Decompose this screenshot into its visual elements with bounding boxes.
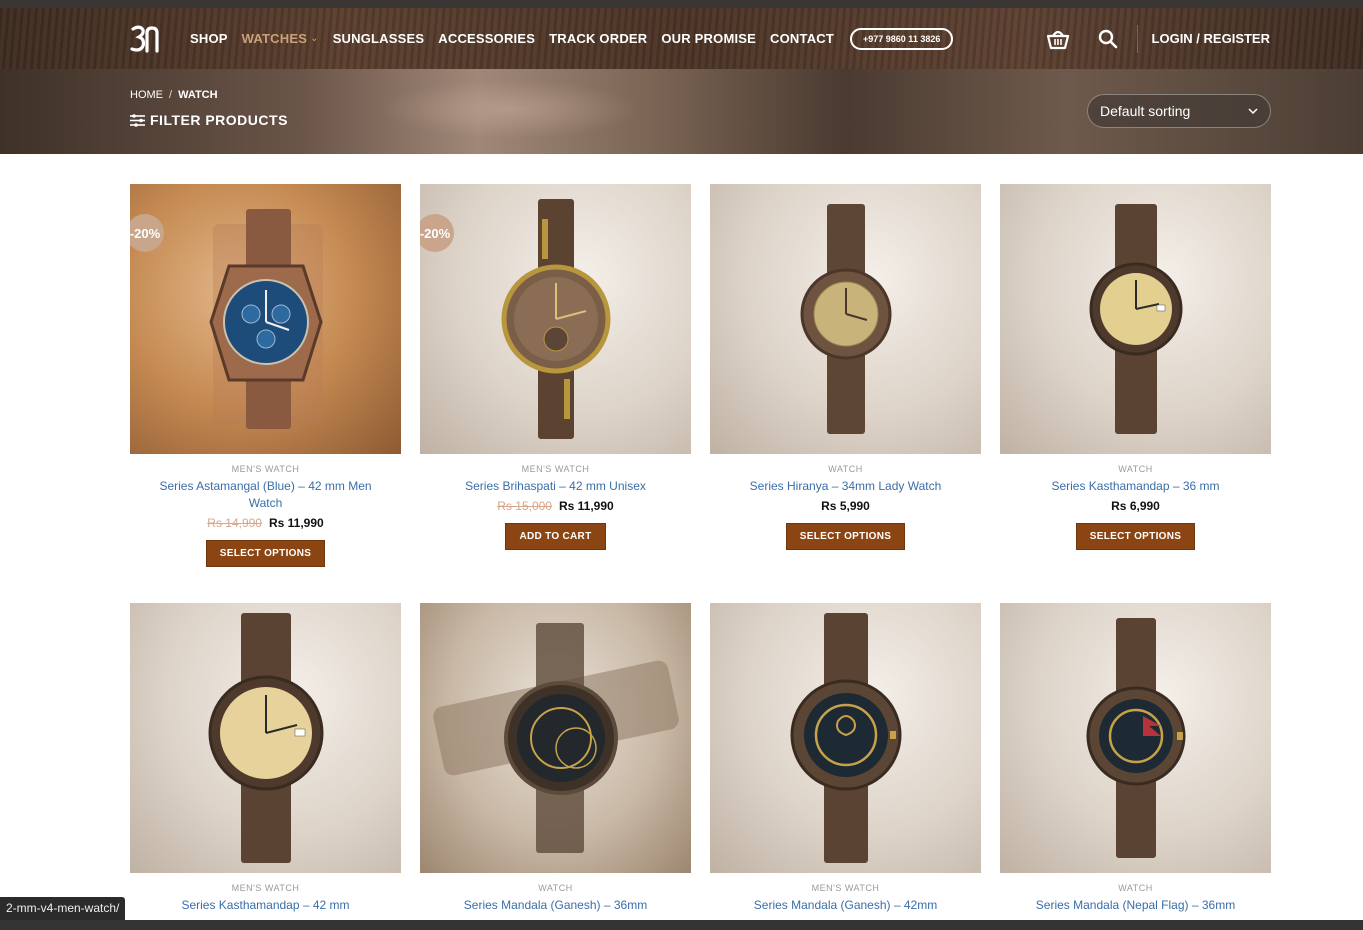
filter-products-button[interactable]: FILTER PRODUCTS <box>130 112 288 128</box>
product-image[interactable] <box>710 184 981 454</box>
browser-top-strip <box>0 0 1363 8</box>
sorting-value: Default sorting <box>1100 103 1191 119</box>
product-category: MEN'S WATCH <box>521 464 590 474</box>
product-title[interactable]: Series Mandala (Ganesh) – 36mm <box>420 897 691 914</box>
nav-contact[interactable]: CONTACT <box>770 31 834 46</box>
nav-track-order[interactable]: TRACK ORDER <box>549 31 647 46</box>
cart-icon[interactable] <box>1045 26 1071 52</box>
main-nav: SHOP WATCHES ⌄ SUNGLASSES ACCESSORIES TRA… <box>190 8 954 69</box>
add-to-cart-button[interactable]: ADD TO CART <box>505 523 606 550</box>
nav-accessories[interactable]: ACCESSORIES <box>438 31 535 46</box>
breadcrumb-current: WATCH <box>178 89 218 101</box>
nav-shop[interactable]: SHOP <box>190 31 228 46</box>
product-category: WATCH <box>538 883 573 893</box>
current-price: Rs 6,990 <box>1111 499 1160 513</box>
login-register-link[interactable]: LOGIN / REGISTER <box>1152 31 1270 46</box>
old-price: Rs 14,990 <box>207 516 262 530</box>
nav-sunglasses[interactable]: SUNGLASSES <box>333 31 425 46</box>
product-card: MEN'S WATCH Series Mandala (Ganesh) – 42… <box>710 603 981 914</box>
select-options-button[interactable]: SELECT OPTIONS <box>205 540 326 567</box>
select-options-button[interactable]: SELECT OPTIONS <box>1075 523 1196 550</box>
product-title[interactable]: Series Kasthamandap – 42 mm <box>130 897 401 914</box>
product-card: WATCH Series Hiranya – 34mm Lady Watch R… <box>710 184 981 550</box>
product-image[interactable] <box>1000 603 1271 873</box>
browser-bottom-strip <box>0 920 1363 930</box>
sale-badge: -20% <box>420 214 454 252</box>
old-price: Rs 15,000 <box>497 499 552 513</box>
product-category: MEN'S WATCH <box>231 883 300 893</box>
product-title[interactable]: Series Hiranya – 34mm Lady Watch <box>710 478 981 495</box>
current-price: Rs 5,990 <box>821 499 870 513</box>
chevron-down-icon: ⌄ <box>310 33 319 44</box>
nav-our-promise-label: OUR PROMISE <box>661 31 757 46</box>
product-category: MEN'S WATCH <box>231 464 300 474</box>
nav-contact-label: CONTACT <box>770 31 835 46</box>
site-header: SHOP WATCHES ⌄ SUNGLASSES ACCESSORIES TRA… <box>0 8 1363 69</box>
sorting-select[interactable]: Default sorting <box>1087 94 1271 128</box>
product-title[interactable]: Series Kasthamandap – 36 mm <box>1000 478 1271 495</box>
product-price: Rs 6,990 <box>1000 499 1271 513</box>
product-price: Rs 14,990 Rs 11,990 <box>130 516 401 530</box>
header-actions: LOGIN / REGISTER <box>1045 8 1270 69</box>
product-title[interactable]: Series Brihaspati – 42 mm Unisex <box>420 478 691 495</box>
header-divider <box>1136 24 1138 53</box>
select-options-button[interactable]: SELECT OPTIONS <box>785 523 906 550</box>
breadcrumb: HOME / WATCH <box>130 89 218 101</box>
search-icon[interactable] <box>1095 26 1121 52</box>
nav-shop-label: SHOP <box>190 31 228 46</box>
nav-watches-label: WATCHES <box>241 31 308 46</box>
phone-button[interactable]: +977 9860 11 3826 <box>850 27 954 50</box>
filter-products-label: FILTER PRODUCTS <box>150 112 288 128</box>
category-banner: HOME / WATCH FILTER PRODUCTS Default sor… <box>0 69 1363 154</box>
breadcrumb-separator: / <box>169 89 173 101</box>
product-title[interactable]: Series Mandala (Ganesh) – 42mm <box>710 897 981 914</box>
current-price: Rs 11,990 <box>268 516 324 530</box>
nav-accessories-label: ACCESSORIES <box>438 31 536 46</box>
product-price: Rs 15,000 Rs 11,990 <box>420 499 691 513</box>
product-card: -20% MEN'S WATCH Series Brihaspati – 42 … <box>420 184 691 550</box>
product-category: MEN'S WATCH <box>811 883 880 893</box>
nav-track-order-label: TRACK ORDER <box>549 31 648 46</box>
product-title[interactable]: Series Mandala (Nepal Flag) – 36mm <box>1000 897 1271 914</box>
product-image[interactable]: -20% <box>420 184 691 454</box>
nav-our-promise[interactable]: OUR PROMISE <box>661 31 756 46</box>
chevron-down-icon <box>1248 108 1258 114</box>
filter-sliders-icon <box>130 113 145 127</box>
brand-logo[interactable] <box>130 24 162 54</box>
sale-badge: -20% <box>130 214 164 252</box>
current-price: Rs 11,990 <box>558 499 614 513</box>
product-image[interactable] <box>420 603 691 873</box>
product-category: WATCH <box>828 464 863 474</box>
product-category: WATCH <box>1118 883 1153 893</box>
product-image[interactable] <box>130 603 401 873</box>
product-card: WATCH Series Kasthamandap – 36 mm Rs 6,9… <box>1000 184 1271 550</box>
breadcrumb-home[interactable]: HOME <box>130 89 163 101</box>
product-image[interactable] <box>710 603 981 873</box>
product-card: -20% MEN'S WATCH Series Astamangal (Blue… <box>130 184 401 567</box>
product-category: WATCH <box>1118 464 1153 474</box>
link-status-bar: 2-mm-v4-men-watch/ <box>0 897 126 920</box>
product-title[interactable]: Series Astamangal (Blue) – 42 mm Men Wat… <box>130 478 401 512</box>
product-image[interactable]: -20% <box>130 184 401 454</box>
product-price: Rs 5,990 <box>710 499 981 513</box>
product-card: MEN'S WATCH Series Kasthamandap – 42 mm <box>130 603 401 914</box>
product-card: WATCH Series Mandala (Nepal Flag) – 36mm <box>1000 603 1271 914</box>
nav-watches[interactable]: WATCHES ⌄ <box>242 31 319 46</box>
product-image[interactable] <box>1000 184 1271 454</box>
product-card: WATCH Series Mandala (Ganesh) – 36mm <box>420 603 691 914</box>
nav-sunglasses-label: SUNGLASSES <box>332 31 425 46</box>
